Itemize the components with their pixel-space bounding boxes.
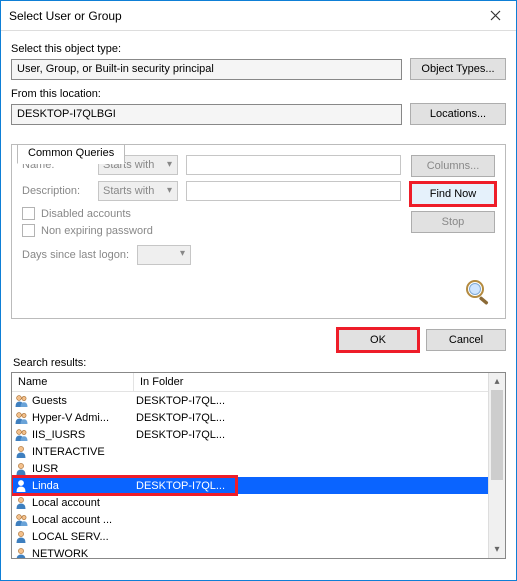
row-name: Hyper-V Admi...	[32, 412, 134, 424]
row-name: NETWORK	[32, 548, 134, 559]
row-name: Local account	[32, 497, 134, 509]
user-icon	[14, 495, 30, 511]
table-row[interactable]: IUSR	[12, 460, 505, 477]
group-icon	[14, 512, 30, 528]
search-results: Name In Folder Guests DESKTOP-I7QL... Hy…	[11, 372, 506, 559]
name-input[interactable]	[186, 155, 401, 175]
query-frame: Name: Starts with ▾ Description: Starts …	[11, 144, 506, 319]
checkbox-icon	[22, 224, 35, 237]
scroll-down-icon: ▾	[489, 541, 505, 558]
object-type-field: User, Group, or Built-in security princi…	[11, 59, 402, 80]
location-label: From this location:	[11, 88, 506, 100]
group-icon	[14, 427, 30, 443]
user-icon	[14, 529, 30, 545]
user-icon	[14, 478, 30, 494]
table-row[interactable]: LOCAL SERV...	[12, 528, 505, 545]
cancel-button[interactable]: Cancel	[426, 329, 506, 351]
object-types-button[interactable]: Object Types...	[410, 58, 506, 80]
ok-button[interactable]: OK	[338, 329, 418, 351]
days-since-logon-combo[interactable]	[137, 245, 191, 265]
row-name: Linda	[32, 480, 134, 492]
row-name: Local account ...	[32, 514, 134, 526]
table-row[interactable]: NETWORK	[12, 545, 505, 558]
stop-button[interactable]: Stop	[411, 211, 495, 233]
user-icon	[14, 546, 30, 559]
disabled-accounts-checkbox[interactable]: Disabled accounts	[22, 207, 401, 220]
row-name: Guests	[32, 395, 134, 407]
search-icon	[461, 276, 495, 306]
query-tabset: Common Queries Name: Starts with ▾ Descr…	[11, 144, 506, 319]
table-row[interactable]: INTERACTIVE	[12, 443, 505, 460]
row-name: LOCAL SERV...	[32, 531, 134, 543]
row-folder: DESKTOP-I7QL...	[134, 395, 505, 407]
chevron-down-icon: ▾	[167, 159, 172, 170]
scroll-up-icon: ▴	[489, 373, 505, 390]
days-since-logon-label: Days since last logon:	[22, 249, 129, 261]
row-folder: DESKTOP-I7QL...	[134, 480, 236, 492]
columns-button[interactable]: Columns...	[411, 155, 495, 177]
tab-common-queries[interactable]: Common Queries	[17, 144, 125, 164]
column-name[interactable]: Name	[12, 373, 134, 391]
results-body[interactable]: Guests DESKTOP-I7QL... Hyper-V Admi... D…	[12, 392, 505, 558]
window-title: Select User or Group	[1, 9, 474, 23]
results-header: Name In Folder	[12, 373, 505, 392]
vertical-scrollbar[interactable]: ▴ ▾	[488, 373, 505, 558]
row-folder: DESKTOP-I7QL...	[134, 429, 505, 441]
table-row[interactable]: Local account	[12, 494, 505, 511]
scrollbar-thumb[interactable]	[491, 390, 503, 480]
close-icon	[490, 10, 501, 21]
table-row[interactable]: Guests DESKTOP-I7QL...	[12, 392, 505, 409]
table-row[interactable]: Local account ...	[12, 511, 505, 528]
row-name: IUSR	[32, 463, 134, 475]
non-expiring-password-checkbox[interactable]: Non expiring password	[22, 224, 401, 237]
group-icon	[14, 393, 30, 409]
locations-button[interactable]: Locations...	[410, 103, 506, 125]
description-input[interactable]	[186, 181, 401, 201]
query-right: Columns... Find Now Stop	[401, 155, 495, 306]
description-label: Description:	[22, 185, 90, 197]
user-icon	[14, 444, 30, 460]
search-results-label: Search results:	[13, 357, 506, 369]
chevron-down-icon: ▾	[167, 185, 172, 196]
query-left: Name: Starts with ▾ Description: Starts …	[22, 155, 401, 306]
title-bar: Select User or Group	[1, 1, 516, 31]
object-type-label: Select this object type:	[11, 43, 506, 55]
find-now-button[interactable]: Find Now	[411, 183, 495, 205]
user-icon	[14, 461, 30, 477]
dialog-body: Select this object type: User, Group, or…	[1, 31, 516, 565]
column-folder[interactable]: In Folder	[134, 373, 505, 391]
table-row[interactable]: Hyper-V Admi... DESKTOP-I7QL...	[12, 409, 505, 426]
location-field: DESKTOP-I7QLBGI	[11, 104, 402, 125]
checkbox-icon	[22, 207, 35, 220]
description-mode-combo[interactable]: Starts with ▾	[98, 181, 178, 201]
table-row[interactable]: Linda DESKTOP-I7QL...	[12, 477, 505, 494]
row-name: INTERACTIVE	[32, 446, 134, 458]
group-icon	[14, 410, 30, 426]
close-button[interactable]	[474, 1, 516, 31]
row-name: IIS_IUSRS	[32, 429, 134, 441]
row-folder: DESKTOP-I7QL...	[134, 412, 505, 424]
table-row[interactable]: IIS_IUSRS DESKTOP-I7QL...	[12, 426, 505, 443]
